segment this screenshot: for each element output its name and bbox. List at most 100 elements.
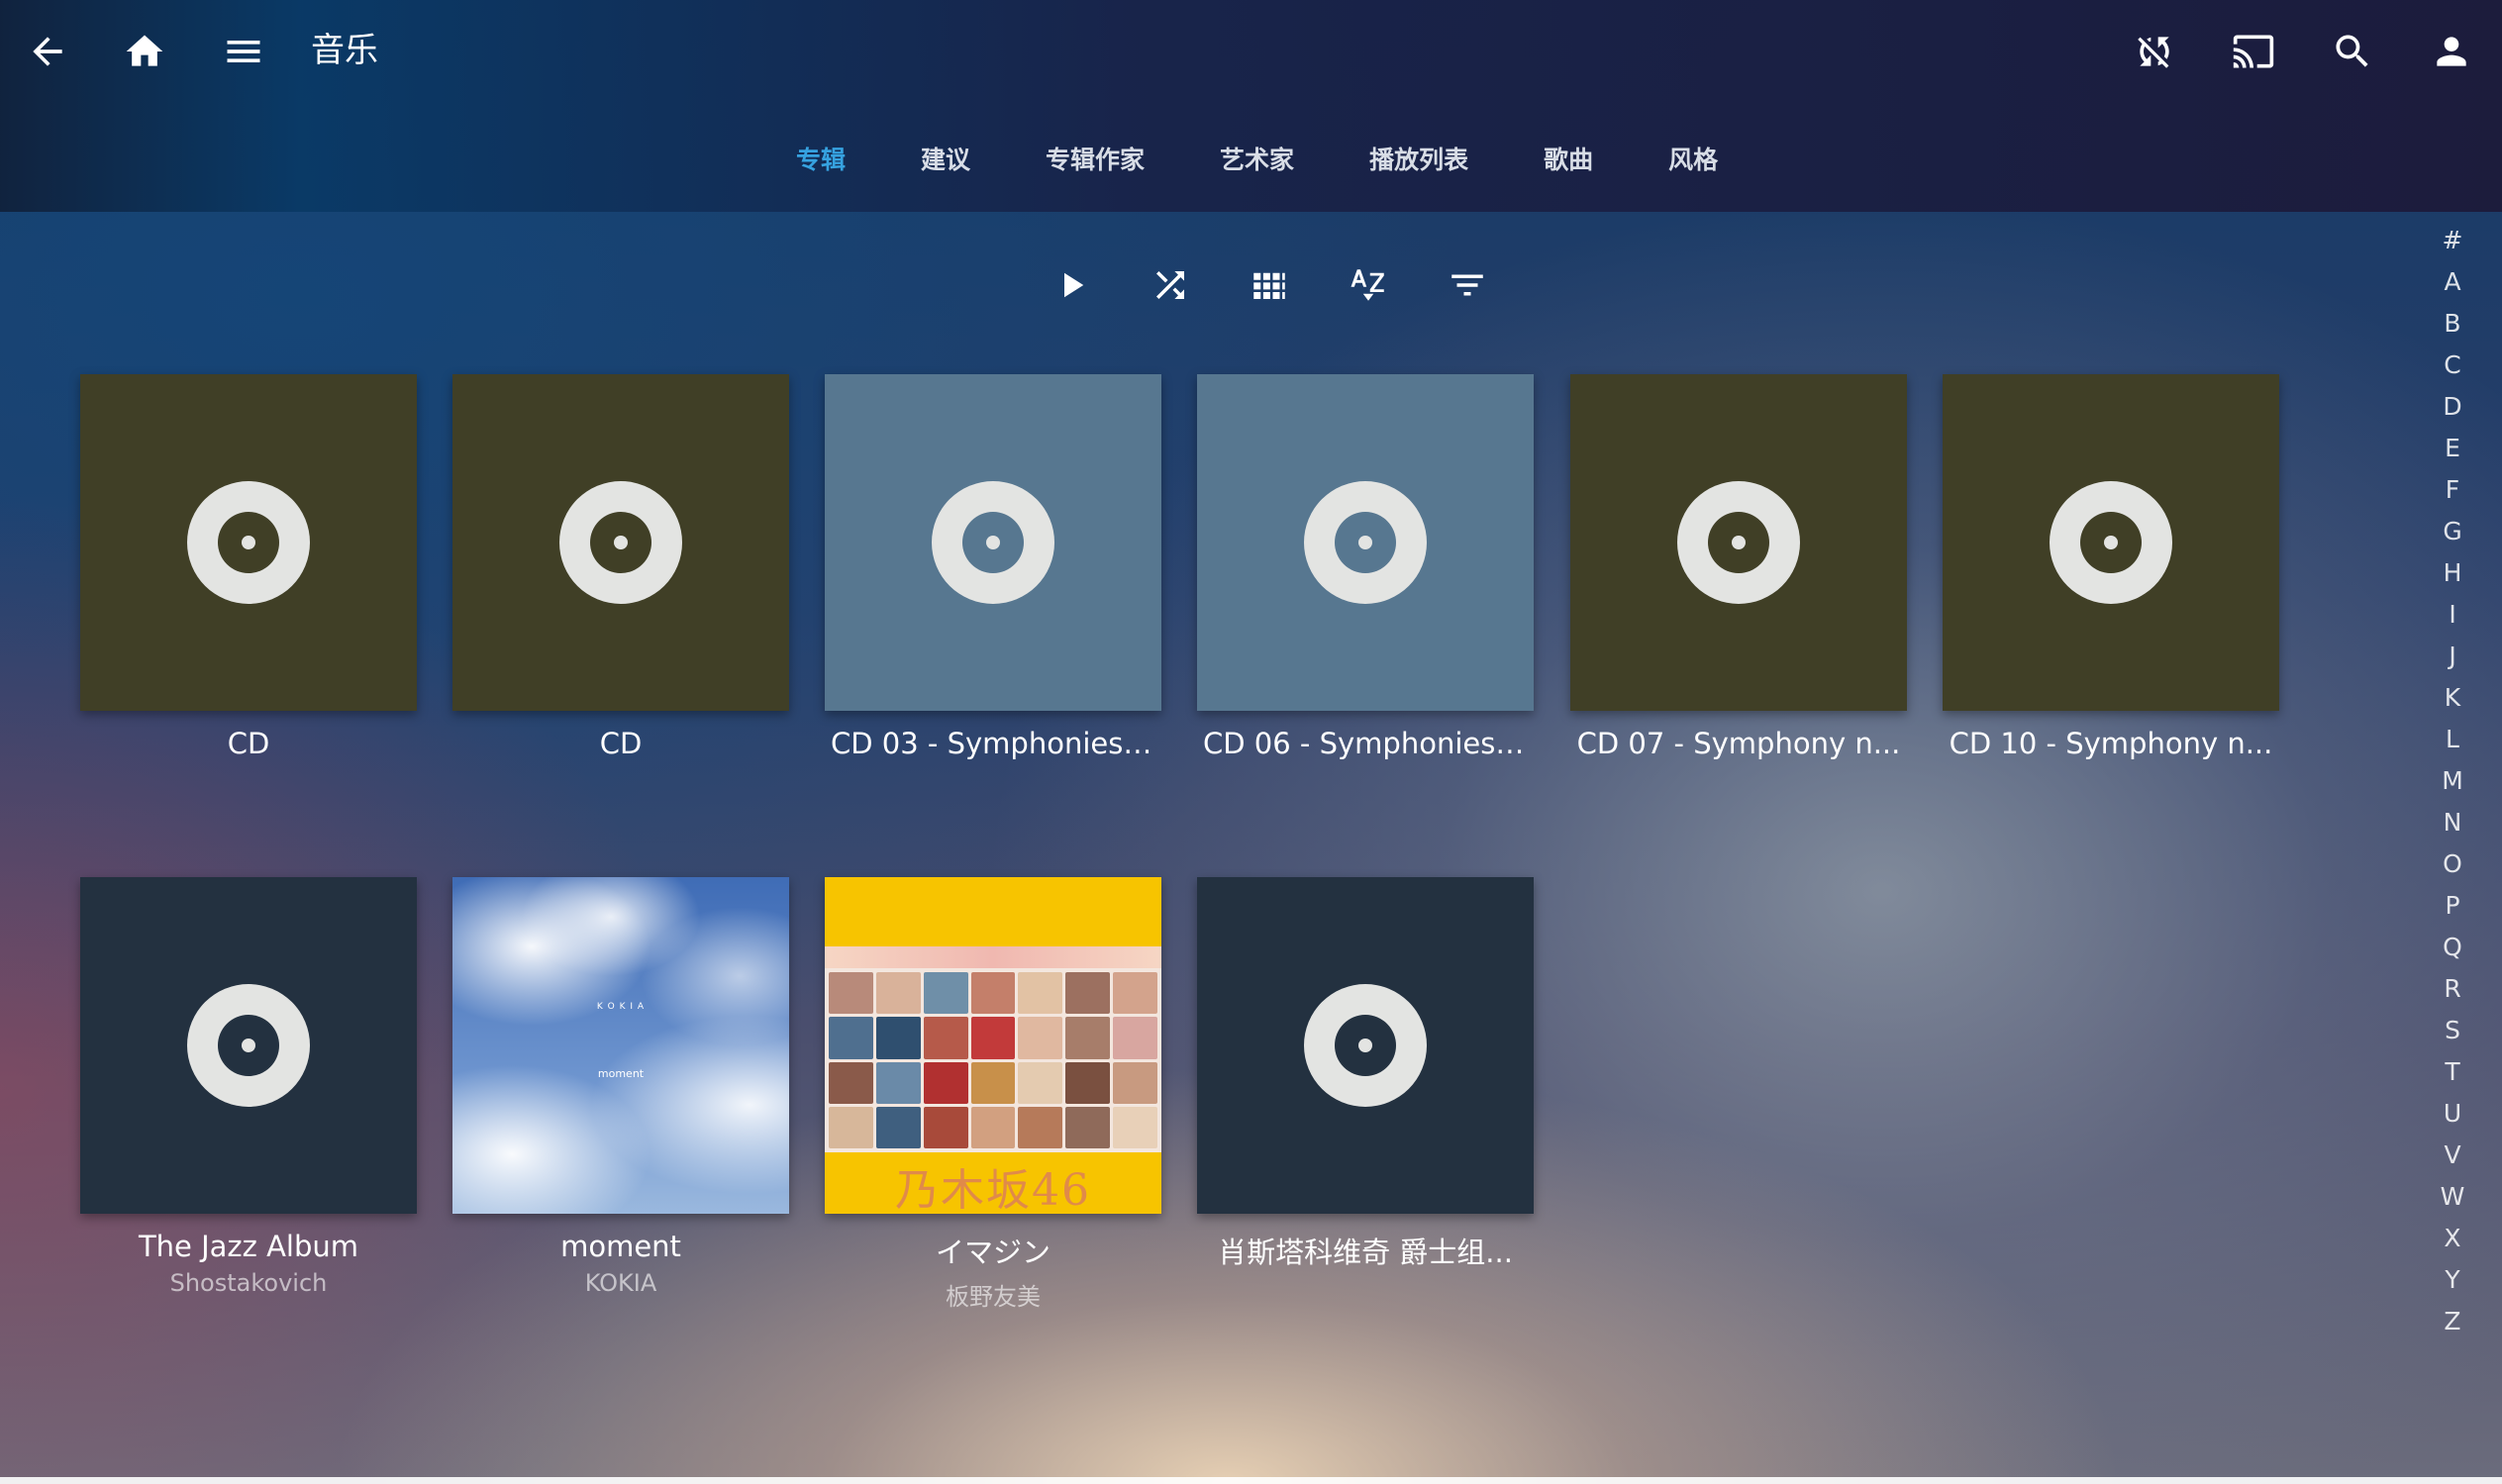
album-card[interactable]: CD 03 - Symphonies ...: [825, 374, 1161, 760]
back-button[interactable]: [8, 12, 87, 91]
tab-bar: 专辑 建议 专辑作家 艺术家 播放列表 歌曲 风格: [772, 137, 1718, 184]
alpha-jump-item[interactable]: E: [2430, 428, 2475, 469]
album-card[interactable]: 肖斯塔科维奇 爵士组...: [1197, 877, 1534, 1271]
disc-placeholder-icon: [2050, 481, 2172, 604]
alpha-jump-item[interactable]: Y: [2430, 1259, 2475, 1301]
album-cover[interactable]: [1943, 374, 2279, 711]
album-artist[interactable]: Shostakovich: [80, 1269, 417, 1297]
album-card[interactable]: CD 06 - Symphonies ...: [1197, 374, 1534, 760]
tab-songs[interactable]: 歌曲: [1544, 137, 1593, 184]
tab-playlists[interactable]: 播放列表: [1369, 137, 1468, 184]
alpha-jump-item[interactable]: V: [2430, 1135, 2475, 1176]
page-title: 音乐: [311, 31, 378, 70]
sort-az-icon: [1351, 269, 1384, 301]
cover-photo-collage: [825, 968, 1161, 1152]
alpha-jump-item[interactable]: K: [2430, 677, 2475, 719]
album-title[interactable]: The Jazz Album: [80, 1230, 417, 1263]
album-cover[interactable]: [452, 374, 789, 711]
album-title[interactable]: 肖斯塔科维奇 爵士组...: [1197, 1230, 1534, 1271]
alpha-jump-item[interactable]: Q: [2430, 927, 2475, 968]
filter-button[interactable]: [1418, 255, 1517, 315]
view-mode-button[interactable]: [1220, 255, 1319, 315]
album-artist[interactable]: 板野友美: [825, 1277, 1161, 1312]
album-cover-art[interactable]: 乃木坂46: [825, 877, 1161, 1214]
album-cover[interactable]: [80, 374, 417, 711]
alpha-jump-item[interactable]: N: [2430, 802, 2475, 843]
disc-placeholder-icon: [932, 481, 1054, 604]
alpha-jump-item[interactable]: W: [2430, 1176, 2475, 1218]
alpha-jump-item[interactable]: J: [2430, 636, 2475, 677]
album-title[interactable]: CD 07 - Symphony n...: [1570, 727, 1907, 760]
alpha-jump-item[interactable]: F: [2430, 469, 2475, 511]
shuffle-icon: [1156, 271, 1184, 299]
home-button[interactable]: [105, 12, 184, 91]
alpha-jump-item[interactable]: G: [2430, 511, 2475, 552]
alpha-jump-item[interactable]: P: [2430, 885, 2475, 927]
tab-albums[interactable]: 专辑: [796, 137, 846, 184]
alpha-jump-item[interactable]: A: [2430, 261, 2475, 303]
album-cover[interactable]: [1197, 374, 1534, 711]
alpha-jump-item[interactable]: Z: [2430, 1301, 2475, 1342]
cover-title-text: 乃木坂46: [895, 1165, 1091, 1214]
alpha-jump-item[interactable]: T: [2430, 1051, 2475, 1093]
album-artist[interactable]: KOKIA: [452, 1269, 789, 1297]
album-title[interactable]: CD: [80, 727, 417, 760]
album-title[interactable]: CD 10 - Symphony n...: [1943, 727, 2279, 760]
disc-placeholder-icon: [187, 984, 310, 1107]
tab-album-artists[interactable]: 专辑作家: [1046, 137, 1145, 184]
alpha-jump-item[interactable]: U: [2430, 1093, 2475, 1135]
sync-button[interactable]: [2115, 12, 2194, 91]
home-icon: [126, 35, 163, 66]
cast-button[interactable]: [2214, 12, 2293, 91]
sort-button[interactable]: [1319, 255, 1418, 315]
cover-strip: [825, 946, 1161, 970]
album-title[interactable]: CD 03 - Symphonies ...: [825, 727, 1161, 760]
cover-title-text: moment: [597, 1067, 645, 1080]
album-cover[interactable]: [825, 374, 1161, 711]
album-title[interactable]: moment: [452, 1230, 789, 1263]
search-icon: [2336, 35, 2368, 67]
tab-genres[interactable]: 风格: [1668, 137, 1718, 184]
alpha-jump-item[interactable]: O: [2430, 843, 2475, 885]
album-card[interactable]: 乃木坂46 イマジン 板野友美: [825, 877, 1161, 1312]
album-cover-art[interactable]: K O K I A moment: [452, 877, 789, 1214]
album-card[interactable]: CD 10 - Symphony n...: [1943, 374, 2279, 760]
album-card[interactable]: CD: [80, 374, 417, 760]
alpha-jump-item[interactable]: H: [2430, 552, 2475, 594]
alpha-jump-item[interactable]: L: [2430, 719, 2475, 760]
disc-placeholder-icon: [1677, 481, 1800, 604]
alpha-jump-item[interactable]: X: [2430, 1218, 2475, 1259]
play-all-button[interactable]: [1022, 255, 1121, 315]
alpha-jump-item[interactable]: D: [2430, 386, 2475, 428]
album-title[interactable]: イマジン: [825, 1230, 1161, 1271]
cover-artist-text: K O K I A: [596, 1002, 646, 1012]
cast-icon: [2233, 35, 2274, 68]
shuffle-button[interactable]: [1121, 255, 1220, 315]
album-cover[interactable]: [1570, 374, 1907, 711]
alpha-jump-item[interactable]: R: [2430, 968, 2475, 1010]
album-card[interactable]: CD: [452, 374, 789, 760]
disc-placeholder-icon: [1304, 984, 1427, 1107]
tab-artists[interactable]: 艺术家: [1220, 137, 1294, 184]
app-header: 音乐 专辑 建议 专辑作家 艺术家 播放列表 歌曲 风格: [0, 0, 2502, 212]
tab-suggestions[interactable]: 建议: [921, 137, 970, 184]
album-cover[interactable]: [1197, 877, 1534, 1214]
alpha-jump-item[interactable]: S: [2430, 1010, 2475, 1051]
album-title[interactable]: CD 06 - Symphonies ...: [1197, 727, 1534, 760]
album-card[interactable]: The Jazz Album Shostakovich: [80, 877, 417, 1297]
grid-view-icon: [1253, 272, 1285, 299]
user-button[interactable]: [2412, 12, 2491, 91]
filter-icon: [1451, 274, 1483, 296]
alpha-jump-item[interactable]: #: [2430, 220, 2475, 261]
album-title[interactable]: CD: [452, 727, 789, 760]
alpha-jump-item[interactable]: M: [2430, 760, 2475, 802]
album-card[interactable]: K O K I A moment moment KOKIA: [452, 877, 789, 1297]
alpha-jump-item[interactable]: B: [2430, 303, 2475, 345]
alpha-jump-item[interactable]: C: [2430, 345, 2475, 386]
alpha-jump-item[interactable]: I: [2430, 594, 2475, 636]
album-cover[interactable]: [80, 877, 417, 1214]
menu-icon: [227, 41, 260, 62]
album-card[interactable]: CD 07 - Symphony n...: [1570, 374, 1907, 760]
search-button[interactable]: [2313, 12, 2392, 91]
menu-button[interactable]: [204, 12, 283, 91]
